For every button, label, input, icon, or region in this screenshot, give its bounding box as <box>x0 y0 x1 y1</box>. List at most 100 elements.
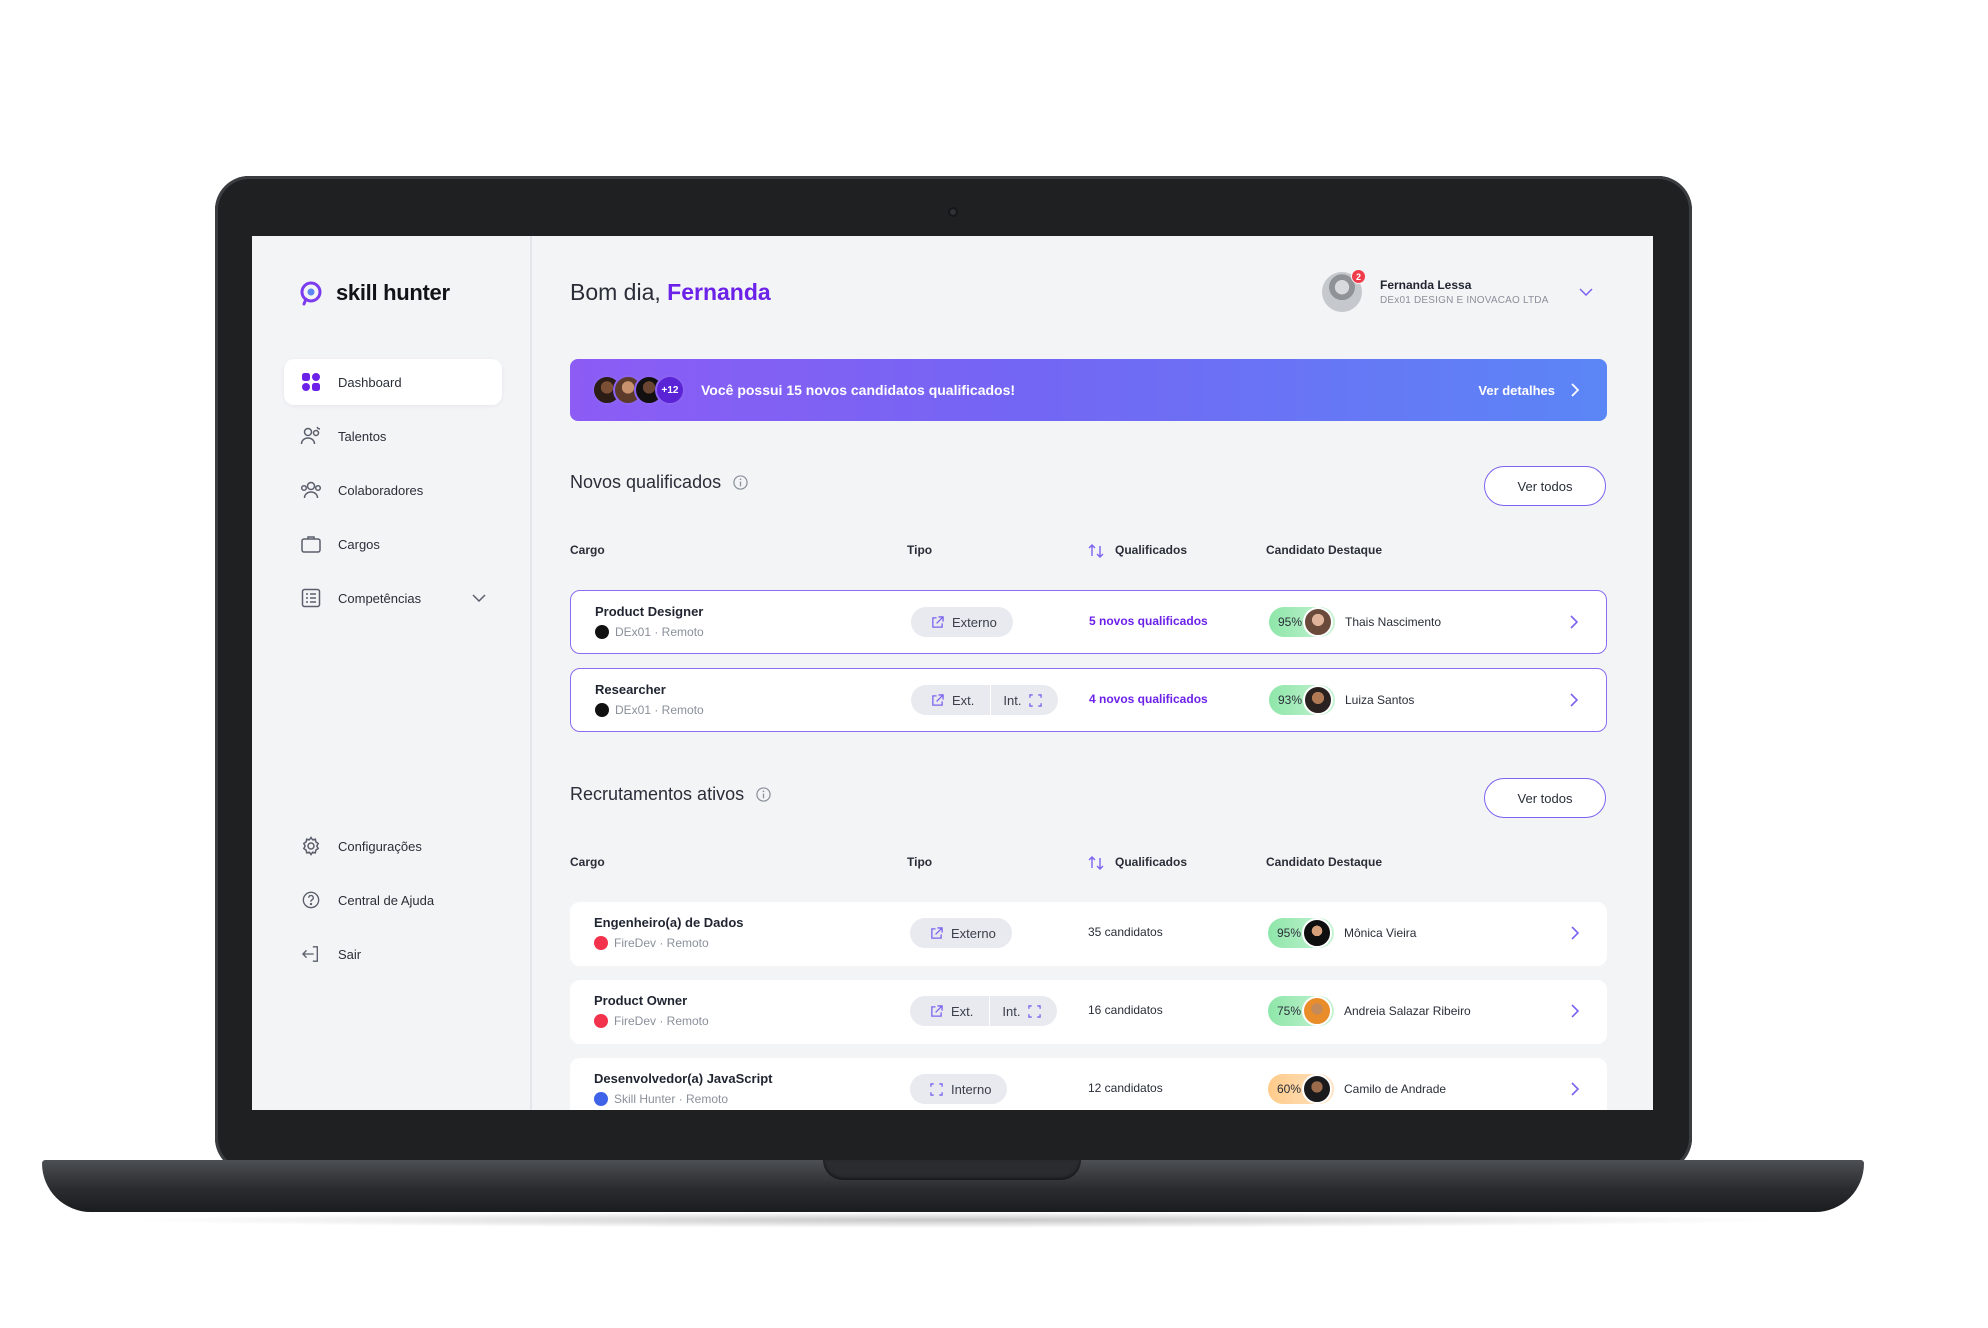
job-location: FireDev · Remoto <box>614 936 709 950</box>
qualified-count: 4 novos qualificados <box>1089 692 1208 706</box>
page-title: Bom dia, Fernanda <box>570 279 771 306</box>
company-logo-icon <box>595 625 609 639</box>
sidebar-item-label: Colaboradores <box>338 482 424 498</box>
avatar <box>1303 685 1333 715</box>
logo[interactable]: skill hunter <box>298 280 450 306</box>
main-nav: Dashboard Talentos Colaboradores Cargos <box>284 359 502 629</box>
job-type-label: Ext. <box>951 1003 974 1019</box>
view-details-link[interactable]: Ver detalhes <box>1478 383 1579 398</box>
internal-icon <box>930 1082 943 1096</box>
sidebar-item-dashboard[interactable]: Dashboard <box>284 359 502 405</box>
table-row[interactable]: Product Owner FireDev · Remoto Ext. Int.… <box>570 980 1607 1044</box>
table-row[interactable]: Researcher DEx01 · Remoto Ext. Int. 4 no… <box>570 668 1607 732</box>
laptop-notch <box>823 1160 1081 1180</box>
candidate-count: 12 candidatos <box>1088 1081 1163 1095</box>
laptop-shadow <box>120 1212 1790 1228</box>
sidebar-item-central-de-ajuda[interactable]: Central de Ajuda <box>284 877 502 923</box>
job-info: Product Designer DEx01 · Remoto <box>595 604 704 639</box>
internal-icon <box>1029 693 1043 707</box>
sidebar-item-label: Dashboard <box>338 374 402 390</box>
job-type-label: Ext. <box>952 692 975 708</box>
table-row[interactable]: Desenvolvedor(a) JavaScript Skill Hunter… <box>570 1058 1607 1110</box>
job-title: Product Designer <box>595 604 704 619</box>
job-type-pill: Ext. Int. <box>910 996 1058 1026</box>
sidebar-item-colaboradores[interactable]: Colaboradores <box>284 467 502 513</box>
job-location: Skill Hunter · Remoto <box>614 1092 729 1106</box>
featured-candidate: 95% Thais Nascimento <box>1269 607 1441 637</box>
column-header-tipo: Tipo <box>907 855 933 869</box>
view-all-button[interactable]: Ver todos <box>1484 778 1606 818</box>
job-type-internal: Int. <box>989 996 1057 1026</box>
qualified-count: 5 novos qualificados <box>1089 614 1208 628</box>
candidate-name: Luiza Santos <box>1345 693 1415 707</box>
chevron-right-icon <box>1571 383 1579 397</box>
sidebar-item-cargos[interactable]: Cargos <box>284 521 502 567</box>
job-company: DEx01 · Remoto <box>595 703 704 717</box>
section-title-text: Novos qualificados <box>570 472 722 492</box>
job-title: Product Owner <box>594 993 688 1008</box>
sidebar-item-talentos[interactable]: Talentos <box>284 413 502 459</box>
featured-candidate: 60% Camilo de Andrade <box>1268 1074 1446 1104</box>
notification-badge: 2 <box>1351 269 1366 284</box>
sidebar-item-sair[interactable]: Sair <box>284 931 502 977</box>
avatar-stack: +12 <box>592 375 685 405</box>
chevron-right-icon[interactable] <box>1570 693 1578 707</box>
table-row[interactable]: Engenheiro(a) de Dados FireDev · Remoto … <box>570 902 1607 966</box>
external-link-icon <box>931 926 943 939</box>
job-type-label: Int. <box>1002 1003 1021 1019</box>
info-icon[interactable] <box>733 475 748 490</box>
chevron-right-icon[interactable] <box>1571 926 1579 940</box>
job-info: Desenvolvedor(a) JavaScript Skill Hunter… <box>594 1071 772 1106</box>
chevron-down-icon[interactable] <box>472 594 486 602</box>
external-link-icon <box>931 1004 943 1017</box>
view-details-label: Ver detalhes <box>1478 382 1555 398</box>
candidate-name: Andreia Salazar Ribeiro <box>1344 1004 1471 1018</box>
dashboard-icon <box>300 371 322 393</box>
avatar <box>1302 918 1332 948</box>
greeting-text: Bom dia, <box>570 279 661 305</box>
view-all-button[interactable]: Ver todos <box>1484 466 1606 506</box>
job-type-internal: Int. <box>990 685 1058 715</box>
sidebar: skill hunter Dashboard Talentos Colabora… <box>252 236 532 1110</box>
brand-name: skill hunter <box>336 280 450 305</box>
job-title: Desenvolvedor(a) JavaScript <box>594 1071 773 1086</box>
job-title: Engenheiro(a) de Dados <box>594 915 744 930</box>
job-info: Product Owner FireDev · Remoto <box>594 993 709 1028</box>
job-type-external: Ext. <box>910 996 989 1026</box>
job-location: FireDev · Remoto <box>614 1014 709 1028</box>
external-link-icon <box>932 615 944 628</box>
job-type-pill: Externo <box>911 607 1013 637</box>
sidebar-item-label: Cargos <box>338 536 380 552</box>
job-location: DEx01 · Remoto <box>615 703 704 717</box>
user-menu[interactable]: 2 Fernanda Lessa DEx01 DESIGN E INOVACAO… <box>1322 269 1593 312</box>
sidebar-item-label: Talentos <box>338 428 387 444</box>
greeting-name: Fernanda <box>667 279 771 305</box>
sidebar-item-competencias[interactable]: Competências <box>284 575 502 621</box>
column-header-destaque: Candidato Destaque <box>1266 855 1383 869</box>
avatar[interactable]: 2 <box>1322 269 1366 312</box>
company-logo-icon <box>594 1014 608 1028</box>
column-header-cargo: Cargo <box>570 855 605 869</box>
sort-icon[interactable] <box>1088 855 1104 871</box>
column-header-destaque: Candidato Destaque <box>1266 543 1383 557</box>
job-type-label: Interno <box>951 1081 992 1097</box>
info-icon[interactable] <box>756 787 771 802</box>
table-row[interactable]: Product Designer DEx01 · Remoto Externo … <box>570 590 1607 654</box>
chevron-down-icon[interactable] <box>1579 288 1593 296</box>
main-content: Bom dia, Fernanda 2 Fernanda Lessa DEx01… <box>532 236 1653 1110</box>
sort-icon[interactable] <box>1088 543 1104 559</box>
featured-candidate: 93% Luiza Santos <box>1269 685 1414 715</box>
user-company: DEx01 DESIGN E INOVACAO LTDA <box>1380 295 1549 306</box>
briefcase-icon <box>300 533 322 555</box>
logout-icon <box>300 943 322 965</box>
chevron-right-icon[interactable] <box>1571 1082 1579 1096</box>
table-header: Cargo Tipo Qualificados Candidato Destaq… <box>570 543 1607 563</box>
job-type-external: Ext. <box>911 685 990 715</box>
sidebar-item-configuracoes[interactable]: Configurações <box>284 823 502 869</box>
job-company: FireDev · Remoto <box>594 936 744 950</box>
candidate-count: 35 candidatos <box>1088 925 1163 939</box>
job-company: DEx01 · Remoto <box>595 625 704 639</box>
chevron-right-icon[interactable] <box>1571 1004 1579 1018</box>
chevron-right-icon[interactable] <box>1570 615 1578 629</box>
qualified-candidates-banner[interactable]: +12 Você possui 15 novos candidatos qual… <box>570 359 1607 421</box>
